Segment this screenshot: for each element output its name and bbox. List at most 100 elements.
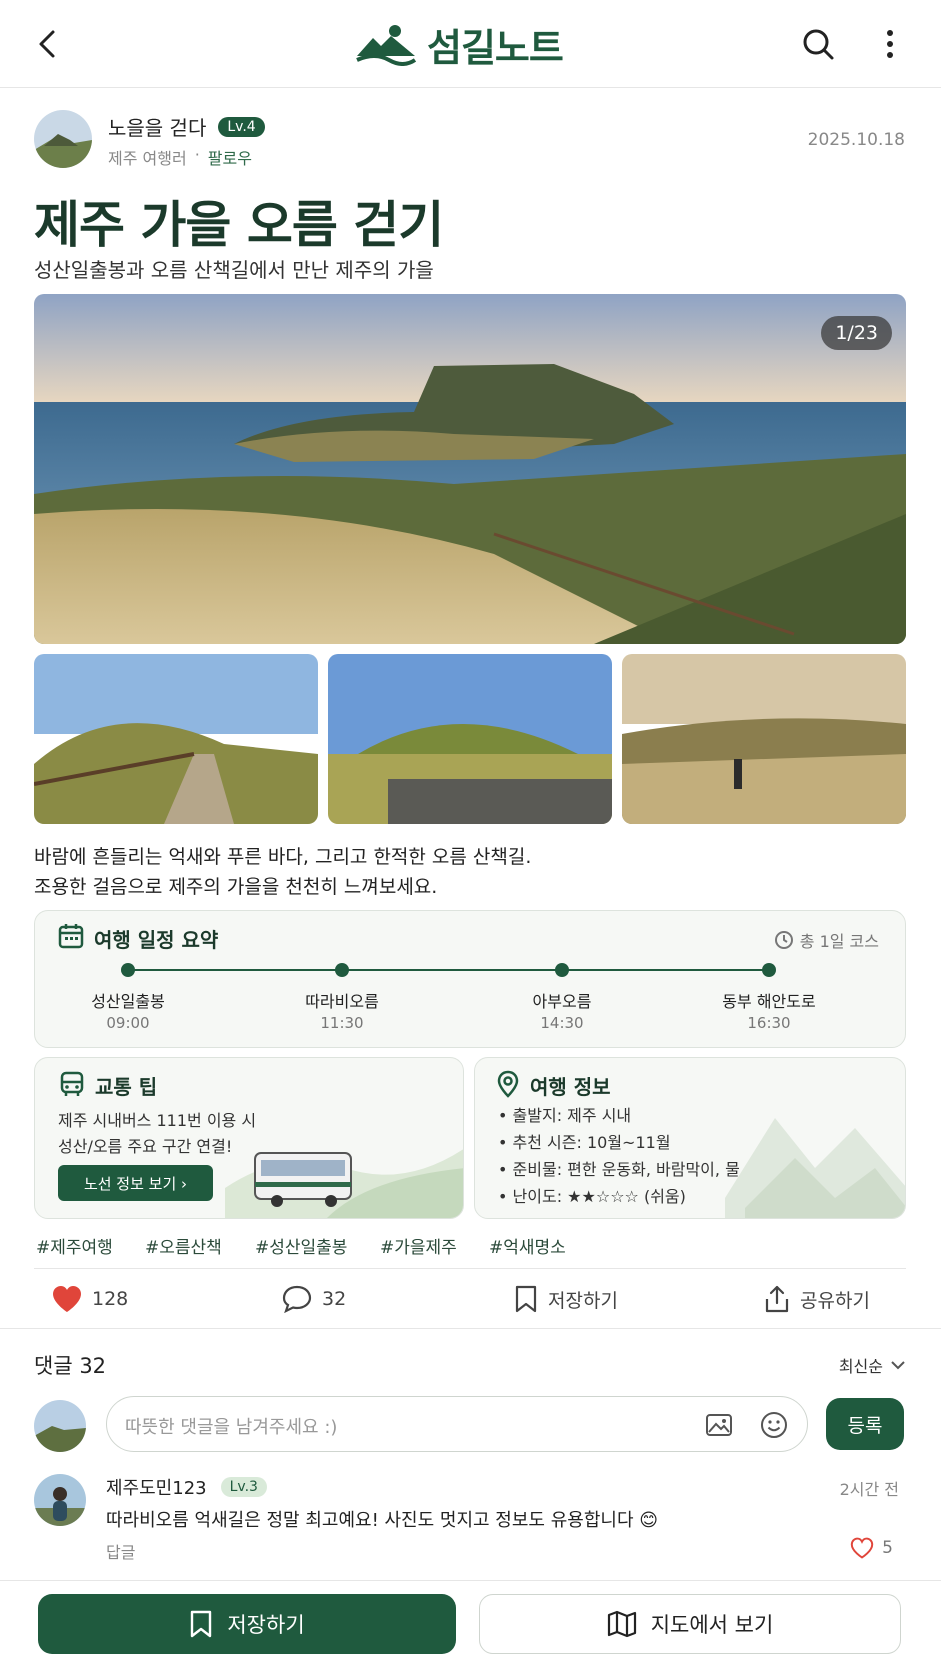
like-button[interactable]: 128 <box>52 1285 128 1313</box>
sort-dropdown[interactable]: 최신순 <box>839 1353 905 1377</box>
image-icon[interactable] <box>705 1411 733 1439</box>
my-avatar <box>34 1400 86 1452</box>
timeline-stop-time: 14:30 <box>540 1014 584 1032</box>
comments-heading: 댓글 32 <box>34 1354 107 1378</box>
share-button[interactable]: 공유하기 <box>764 1285 870 1313</box>
divider <box>34 1268 906 1269</box>
post-body-line-2: 조용한 걸음으로 제주의 가을을 천천히 느껴보세요. <box>34 876 438 898</box>
app-logo[interactable]: 섬길노트 <box>355 20 564 70</box>
mountain-logo-icon <box>356 25 417 66</box>
divider <box>0 1328 941 1329</box>
follow-link[interactable]: 팔로우 <box>208 145 252 169</box>
post-body-line-1: 바람에 흔들리는 억새와 푸른 바다, 그리고 한적한 오름 산책길. <box>34 846 532 868</box>
thumbnail-2[interactable] <box>328 654 612 824</box>
bottom-save-button[interactable]: 저장하기 <box>38 1594 456 1654</box>
search-icon <box>803 29 834 60</box>
photo-counter: 1/23 <box>821 316 892 350</box>
emoji-icon[interactable] <box>759 1410 789 1440</box>
trip-info-list: • 출발지: 제주 시내 • 추천 시즌: 10월~11월 • 준비물: 편한 … <box>498 1102 740 1210</box>
author-avatar[interactable] <box>34 110 92 168</box>
share-icon <box>765 1285 789 1313</box>
chevron-down-icon <box>891 1361 905 1370</box>
chevron-left-icon <box>39 30 55 58</box>
timeline-dot-2 <box>335 963 349 977</box>
map-icon <box>607 1610 636 1638</box>
hashtag[interactable]: #억새명소 <box>489 1233 566 1258</box>
hashtag[interactable]: #오름산책 <box>145 1233 222 1258</box>
like-count: 128 <box>92 1288 129 1310</box>
bookmark-icon <box>191 1610 212 1638</box>
itinerary-title: 여행 일정 요약 <box>94 928 219 952</box>
save-action-label: 저장하기 <box>548 1289 618 1312</box>
comment-icon <box>282 1285 312 1313</box>
main-photo-image <box>34 294 906 644</box>
heart-outline-icon <box>850 1537 874 1559</box>
timeline-stop-name: 성산일출봉 <box>91 992 165 1011</box>
heart-filled-icon <box>53 1286 81 1312</box>
app-header: 섬길노트 <box>0 0 941 88</box>
commenter-level-badge: Lv.3 <box>220 1477 267 1497</box>
dot-separator: · <box>194 145 200 164</box>
thumbnail-1-image <box>34 654 318 824</box>
comment-time: 2시간 전 <box>839 1480 899 1499</box>
comment-button[interactable]: 32 <box>282 1285 346 1313</box>
timeline-dot-1 <box>121 963 135 977</box>
comment-like-button[interactable]: 5 <box>850 1537 893 1559</box>
commenter-avatar[interactable] <box>34 1474 86 1526</box>
timeline-stop-name: 아부오름 <box>532 992 592 1011</box>
comment-text: 따라비오름 억새길은 정말 최고예요! 사진도 멋지고 정보도 유용합니다 😊 <box>106 1510 658 1531</box>
trip-info-item: • 추천 시즌: 10월~11월 <box>498 1133 671 1152</box>
trip-info-item: • 난이도: ★★☆☆☆ (쉬움) <box>498 1187 686 1206</box>
comment-input[interactable]: 따뜻한 댓글을 남겨주세요 :) <box>106 1396 808 1452</box>
timeline-dot-3 <box>555 963 569 977</box>
hashtag[interactable]: #성산일출봉 <box>255 1233 347 1258</box>
route-info-button[interactable]: 노선 정보 보기 › <box>58 1165 213 1201</box>
trip-info-title: 여행 정보 <box>530 1075 611 1099</box>
post-date: 2025.10.18 <box>807 130 905 150</box>
save-action-button[interactable]: 저장하기 <box>514 1285 618 1313</box>
hashtag[interactable]: #가을제주 <box>380 1233 457 1258</box>
transport-title: 교통 팁 <box>95 1075 158 1099</box>
thumbnail-1[interactable] <box>34 654 318 824</box>
bookmark-icon <box>515 1285 537 1313</box>
author-level-badge: Lv.4 <box>218 116 265 137</box>
transport-line-1: 제주 시내버스 111번 이용 시 <box>58 1111 257 1130</box>
bus-illustration <box>225 1149 463 1218</box>
timeline-stop-time: 09:00 <box>106 1014 150 1032</box>
back-button[interactable] <box>30 26 66 62</box>
more-button[interactable] <box>878 26 902 62</box>
mountain-illustration <box>725 1118 905 1218</box>
thumbnail-3-image <box>622 654 906 824</box>
thumbnail-3[interactable] <box>622 654 906 824</box>
timeline-stop-time: 16:30 <box>747 1014 791 1032</box>
itinerary-course-text: 총 1일 코스 <box>799 932 879 951</box>
bottom-save-label: 저장하기 <box>227 1613 305 1637</box>
search-button[interactable] <box>800 26 836 62</box>
submit-comment-button[interactable]: 등록 <box>826 1398 904 1450</box>
trip-info-item: • 출발지: 제주 시내 <box>498 1106 632 1125</box>
timeline-stop-name: 따라비오름 <box>305 992 379 1011</box>
view-on-map-label: 지도에서 보기 <box>650 1613 774 1637</box>
logo-text: 섬길노트 <box>427 25 564 70</box>
reply-button[interactable]: 답글 <box>106 1539 135 1563</box>
calendar-icon <box>58 923 84 953</box>
hashtag[interactable]: #제주여행 <box>36 1233 113 1258</box>
share-label: 공유하기 <box>800 1289 870 1312</box>
thumbnail-2-image <box>328 654 612 824</box>
timeline-dot-4 <box>762 963 776 977</box>
timeline-line <box>128 969 770 971</box>
comment-input-placeholder: 따뜻한 댓글을 남겨주세요 :) <box>125 1417 338 1438</box>
author-name[interactable]: 노을을 걷다 <box>108 112 206 141</box>
timeline-stop-time: 11:30 <box>320 1014 364 1032</box>
bus-icon <box>58 1070 86 1102</box>
sort-label: 최신순 <box>838 1357 883 1376</box>
view-on-map-button[interactable]: 지도에서 보기 <box>479 1594 901 1654</box>
location-pin-icon <box>496 1070 520 1102</box>
timeline-stop-name: 동부 해안도로 <box>722 992 816 1011</box>
clock-icon <box>774 931 793 949</box>
comment-count: 32 <box>322 1288 347 1310</box>
itinerary-course: 총 1일 코스 <box>774 928 879 952</box>
main-photo[interactable]: 1/23 <box>34 294 906 644</box>
comment-like-count: 5 <box>882 1538 893 1558</box>
commenter-name[interactable]: 제주도민123 <box>106 1474 207 1500</box>
